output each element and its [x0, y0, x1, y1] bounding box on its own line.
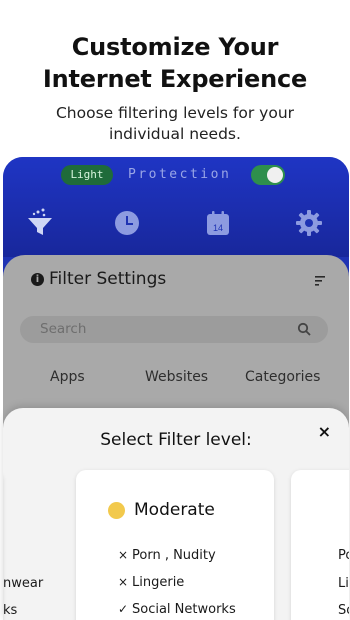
- next-level-item: Li: [338, 576, 349, 591]
- protection-label: Protection: [128, 167, 232, 182]
- search-icon[interactable]: [297, 322, 312, 337]
- app-header: Light Protection 14: [3, 157, 349, 257]
- level-item: × Lingerie: [118, 575, 184, 590]
- info-icon[interactable]: i: [31, 272, 44, 286]
- next-level-item: So: [338, 603, 349, 618]
- close-icon[interactable]: ×: [318, 422, 331, 441]
- sheet-title: Select Filter level:: [100, 430, 252, 450]
- tab-apps[interactable]: Apps: [50, 369, 85, 385]
- filter-level-pill[interactable]: Light: [61, 165, 113, 185]
- level-name-label: Moderate: [134, 500, 215, 520]
- previous-level-item: nwear: [3, 576, 44, 591]
- sort-icon[interactable]: [313, 274, 327, 288]
- level-card-moderate[interactable]: Moderate × Porn , Nudity × Lingerie ✓ Socia…: [76, 470, 274, 620]
- search-placeholder: Search: [40, 321, 87, 337]
- blocked-icon: ×: [118, 548, 129, 562]
- filter-tabs: Apps Websites Categories: [3, 369, 349, 391]
- filter-settings-title: i Filter Settings: [31, 269, 166, 289]
- filter-level-sheet: Select Filter level: × nwear ks Moderate…: [3, 408, 349, 620]
- allowed-icon: ✓: [118, 602, 129, 616]
- level-item-label: Social Networks: [132, 602, 236, 617]
- calendar-day: 14: [213, 223, 223, 233]
- promo-headline-line2: Internet Experience: [42, 65, 308, 93]
- filter-settings-label: Filter Settings: [49, 269, 167, 289]
- promo-subtitle-line2: individual needs.: [109, 125, 241, 143]
- level-item-label: Lingerie: [132, 575, 185, 590]
- level-card-next[interactable]: [291, 470, 349, 620]
- protection-toggle[interactable]: [251, 165, 285, 185]
- level-name: Moderate: [108, 500, 215, 520]
- blocked-icon: ×: [118, 575, 129, 589]
- toggle-knob: [267, 167, 283, 183]
- search-input[interactable]: Search: [20, 316, 328, 343]
- promo-headline-line1: Customize Your: [71, 33, 279, 61]
- promo-subtitle-line1: Choose filtering levels for your: [55, 104, 295, 122]
- promo-subtitle: Choose filtering levels for your individ…: [40, 103, 310, 145]
- level-item: × Porn , Nudity: [118, 548, 216, 563]
- filter-icon[interactable]: [24, 207, 56, 239]
- promo-headline: Customize Your Internet Experience: [0, 31, 350, 95]
- clock-icon[interactable]: [111, 207, 143, 239]
- calendar-icon[interactable]: 14: [202, 207, 234, 239]
- gear-icon[interactable]: [293, 207, 325, 239]
- level-item: ✓ Social Networks: [118, 602, 236, 617]
- level-item-label: Porn , Nudity: [132, 548, 216, 563]
- next-level-item: Po: [338, 548, 349, 563]
- tab-categories[interactable]: Categories: [245, 369, 320, 385]
- level-color-dot: [108, 501, 125, 519]
- tab-websites[interactable]: Websites: [145, 369, 208, 385]
- previous-level-item: ks: [3, 603, 18, 618]
- promo-section: Customize Your Internet Experience Choos…: [0, 0, 350, 160]
